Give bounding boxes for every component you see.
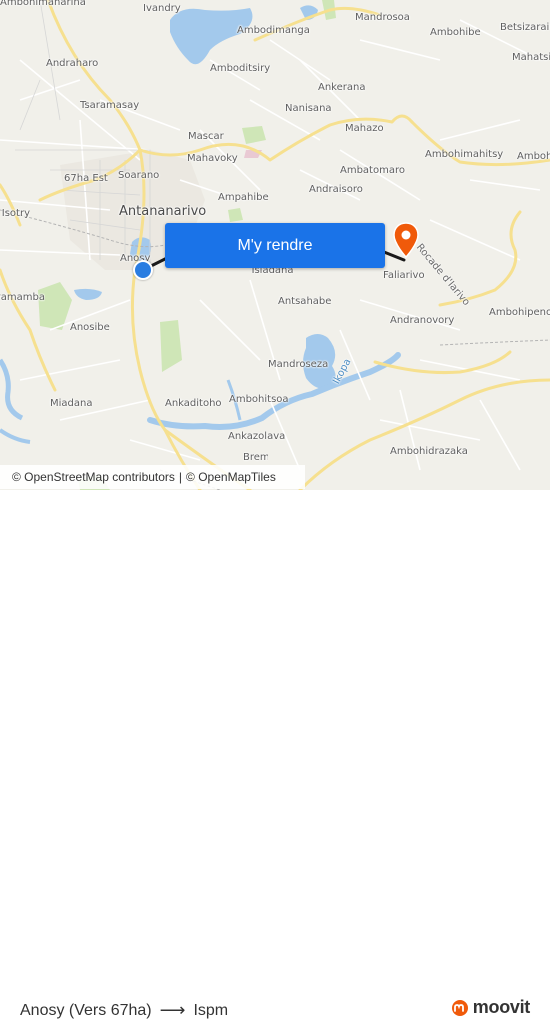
place-label: Andraisoro [309, 184, 363, 195]
place-label: Ambohimahitsy [425, 149, 504, 160]
directions-button[interactable]: M'y rendre [165, 223, 385, 268]
place-label: Soarano [118, 170, 160, 181]
place-label: Mandroseza [268, 359, 329, 370]
place-label: Ambohimanarina [0, 0, 86, 8]
place-label: Ambohibe [430, 27, 481, 38]
place-label: Anosibe [70, 322, 110, 333]
osm-attribution-link[interactable]: © OpenStreetMap contributors [12, 470, 175, 484]
place-label: Mahazo [345, 123, 384, 134]
place-label: Ambohitsoa [229, 394, 289, 405]
place-label: Ambohipeno [489, 307, 550, 318]
place-label: Isotry [1, 208, 30, 219]
place-label: Amboditsiry [210, 63, 271, 74]
route-summary: Anosy (Vers 67ha) ⟶ Ispm [20, 1000, 228, 1021]
destination-pin-icon[interactable] [393, 222, 419, 259]
place-label: Ambatomaro [340, 165, 405, 176]
place-label: Miadana [50, 398, 93, 409]
place-label: Mandrosoa [355, 12, 410, 23]
place-label: Ambohimalaza [517, 151, 550, 162]
place-label: Ivandry [143, 3, 181, 14]
place-label: Ampahibe [218, 192, 269, 203]
place-label: Andraharo [46, 58, 99, 69]
attribution-separator: | [178, 470, 183, 484]
place-label: Andavamamba [0, 292, 45, 303]
map-attribution: © OpenStreetMap contributors | © OpenMap… [0, 465, 305, 489]
place-label: Ankaditoho [165, 398, 222, 409]
footer-bar: Anosy (Vers 67ha) ⟶ Ispm moovit [0, 490, 550, 1020]
moovit-logo-icon [451, 999, 468, 1016]
place-label: Nanisana [285, 103, 332, 114]
origin-name: Anosy (Vers 67ha) [20, 1001, 152, 1019]
arrow-right-icon: ⟶ [159, 1000, 186, 1020]
place-label: Ankerana [318, 82, 366, 93]
place-label: Betsizaraina [500, 22, 550, 33]
place-label: Ambohidrazaka [390, 446, 468, 457]
city-label: Antananarivo [119, 204, 207, 219]
moovit-wordmark: moovit [472, 997, 531, 1017]
place-label: Antsahabe [278, 296, 332, 307]
destination-name: Ispm [193, 1001, 229, 1019]
place-label: Mascar [188, 131, 224, 142]
place-label: Mahatsinjo [512, 52, 550, 63]
place-label: Bremby [243, 452, 268, 463]
omt-attribution-link[interactable]: © OpenMapTiles [186, 470, 276, 484]
place-label: Ambodimanga [237, 25, 310, 36]
moovit-logo: moovit [451, 997, 530, 1018]
place-label: 67ha Est [64, 173, 108, 184]
directions-button-label: M'y rendre [237, 236, 313, 254]
place-label: Tsaramasay [80, 100, 140, 111]
place-label: Ankazolava [228, 431, 286, 442]
map-view[interactable]: Ambohimanarina Ivandry Mandrosoa Betsiza… [0, 0, 550, 490]
place-label: Andranovory [390, 315, 455, 326]
origin-marker[interactable] [133, 260, 153, 280]
place-label: Mahavoky [187, 153, 238, 164]
